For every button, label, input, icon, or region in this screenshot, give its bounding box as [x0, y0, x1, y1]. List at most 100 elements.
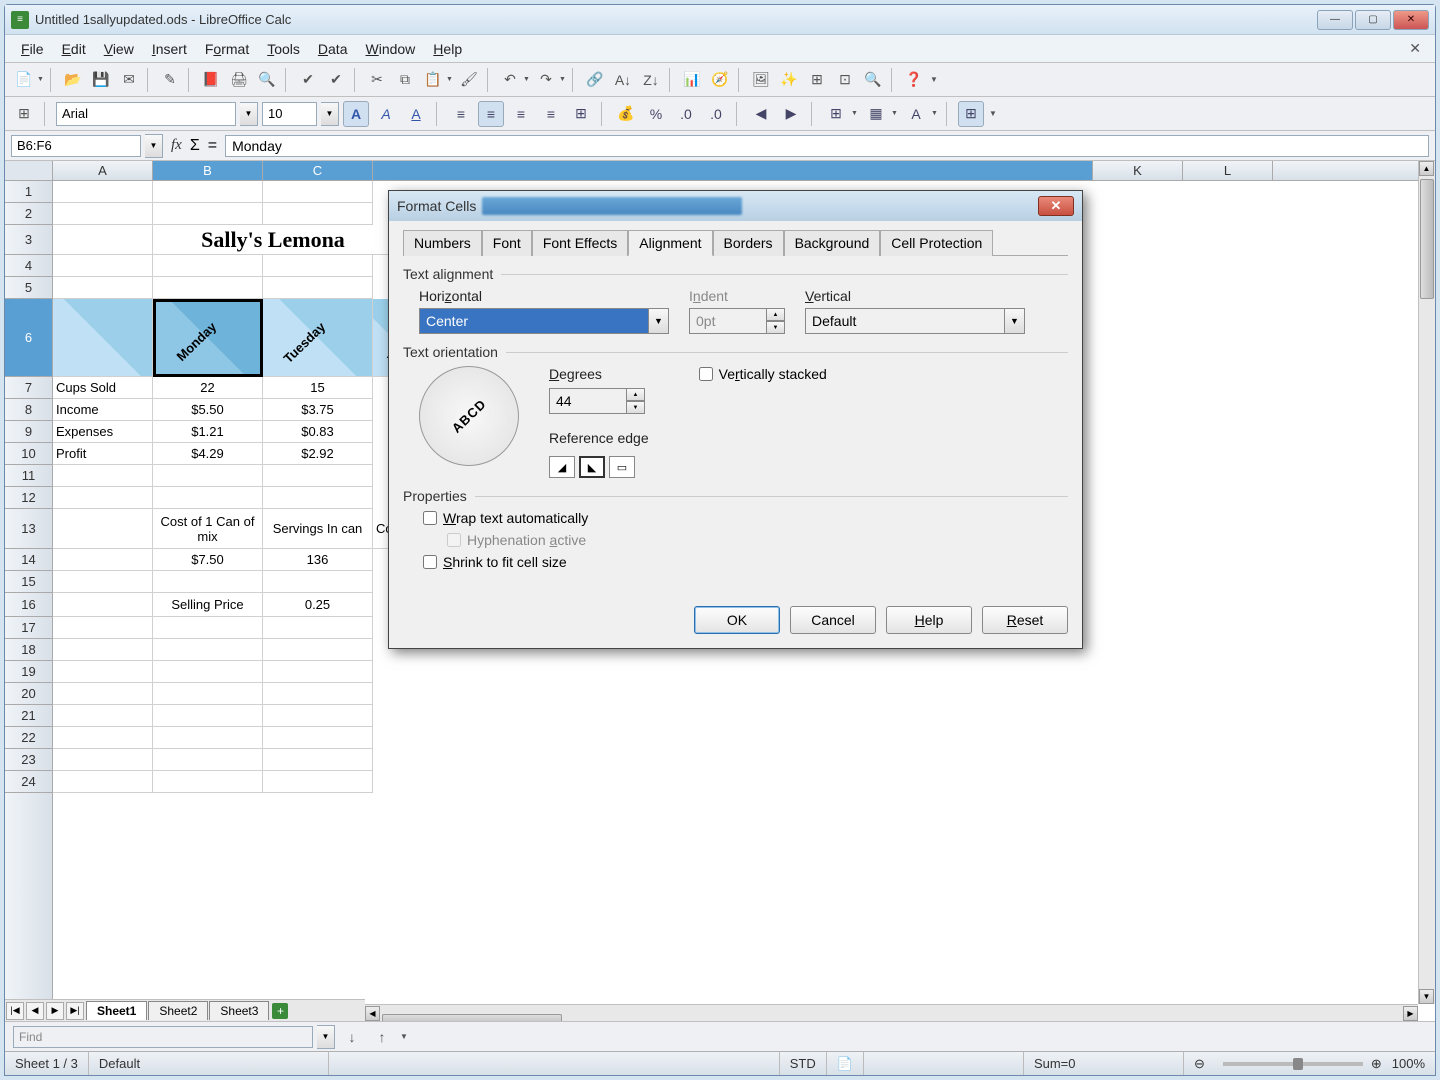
print-icon[interactable]: 🖨 [226, 67, 252, 93]
ref-edge-lower[interactable]: ◢ [549, 456, 575, 478]
function-wizard-icon[interactable]: fx [167, 137, 186, 154]
reset-button[interactable]: Reset [982, 606, 1068, 634]
cell[interactable]: 0.25 [263, 593, 373, 617]
maximize-button[interactable]: ▢ [1355, 10, 1391, 30]
font-size-combo[interactable]: 10 [262, 102, 317, 126]
dialog-close-button[interactable]: ✕ [1038, 196, 1074, 216]
cell[interactable]: $4.29 [153, 443, 263, 465]
row-header[interactable]: 6 [5, 299, 52, 377]
help-icon[interactable]: ❓ [901, 67, 927, 93]
navigator-icon[interactable]: 🧭 [707, 67, 733, 93]
add-decimal-icon[interactable]: .0 [673, 101, 699, 127]
menu-tools[interactable]: Tools [259, 38, 308, 60]
dialog-titlebar[interactable]: Format Cells ✕ [389, 191, 1082, 221]
toolbar-overflow-icon[interactable]: ▼ [929, 75, 939, 84]
menu-view[interactable]: View [96, 38, 142, 60]
sort-asc-icon[interactable]: A↓ [610, 67, 636, 93]
col-header-gap[interactable] [373, 161, 1093, 180]
increase-indent-icon[interactable]: ▶ [778, 101, 804, 127]
preview-icon[interactable]: 🔍 [254, 67, 280, 93]
fontcolor-icon[interactable]: A [903, 101, 929, 127]
col-header-k[interactable]: K [1093, 161, 1183, 180]
cell[interactable]: $7.50 [153, 549, 263, 571]
row-header[interactable]: 10 [5, 443, 52, 465]
cut-icon[interactable]: ✂ [364, 67, 390, 93]
select-all-corner[interactable] [5, 161, 53, 181]
ref-edge-inside[interactable]: ▭ [609, 456, 635, 478]
italic-icon[interactable]: A [373, 101, 399, 127]
minimize-button[interactable]: — [1317, 10, 1353, 30]
spin-up-icon[interactable]: ▲ [627, 388, 645, 401]
row-header[interactable]: 24 [5, 771, 52, 793]
font-name-combo[interactable]: Arial [56, 102, 236, 126]
gallery-icon[interactable]: 🖼 [748, 67, 774, 93]
fmt-overflow-icon[interactable]: ▼ [988, 109, 998, 118]
shrink-checkbox[interactable] [423, 555, 437, 569]
menu-edit[interactable]: Edit [54, 38, 94, 60]
currency-icon[interactable]: 💰 [613, 101, 639, 127]
align-justify-icon[interactable]: ≡ [538, 101, 564, 127]
chart-icon[interactable]: 📊 [679, 67, 705, 93]
chevron-down-icon[interactable]: ▼ [1005, 308, 1025, 334]
tab-numbers[interactable]: Numbers [403, 230, 482, 256]
tab-last-icon[interactable]: ▶| [66, 1002, 84, 1020]
datasource-icon[interactable]: ✨ [776, 67, 802, 93]
tab-first-icon[interactable]: |◀ [6, 1002, 24, 1020]
tab-alignment[interactable]: Alignment [628, 230, 712, 256]
row-header[interactable]: 13 [5, 509, 52, 549]
horizontal-combo[interactable]: Center [419, 308, 649, 334]
row-header[interactable]: 2 [5, 203, 52, 225]
merge-icon[interactable]: ⊞ [568, 101, 594, 127]
close-button[interactable]: ✕ [1393, 10, 1429, 30]
cancel-button[interactable]: Cancel [790, 606, 876, 634]
status-sum[interactable]: Sum=0 [1024, 1052, 1184, 1075]
zoom-slider[interactable] [1223, 1062, 1363, 1066]
cell[interactable]: Expenses [53, 421, 153, 443]
add-sheet-icon[interactable]: + [272, 1003, 288, 1019]
row-header[interactable]: 9 [5, 421, 52, 443]
cell[interactable]: $2.92 [263, 443, 373, 465]
tab-next-icon[interactable]: ▶ [46, 1002, 64, 1020]
decrease-indent-icon[interactable]: ◀ [748, 101, 774, 127]
headers-icon[interactable]: ⊞ [804, 67, 830, 93]
vertical-combo[interactable]: Default [805, 308, 1005, 334]
zoom-icon[interactable]: 🔍 [860, 67, 886, 93]
align-center-icon[interactable]: ≡ [478, 101, 504, 127]
wrap-text-checkbox[interactable] [423, 511, 437, 525]
remove-decimal-icon[interactable]: .0 [703, 101, 729, 127]
grid-icon[interactable]: ⊞ [958, 101, 984, 127]
borders-icon[interactable]: ⊞ [823, 101, 849, 127]
tab-font-effects[interactable]: Font Effects [532, 230, 628, 256]
row-header[interactable]: 22 [5, 727, 52, 749]
cell[interactable]: 22 [153, 377, 263, 399]
open-icon[interactable]: 📂 [60, 67, 86, 93]
row-header[interactable]: 19 [5, 661, 52, 683]
bold-icon[interactable]: A [343, 101, 369, 127]
ok-button[interactable]: OK [694, 606, 780, 634]
sort-desc-icon[interactable]: Z↓ [638, 67, 664, 93]
row-header[interactable]: 11 [5, 465, 52, 487]
cell[interactable]: Income [53, 399, 153, 421]
styles-icon[interactable]: ⊞ [11, 101, 37, 127]
row-header[interactable]: 21 [5, 705, 52, 727]
percent-icon[interactable]: % [643, 101, 669, 127]
sheet-tab-1[interactable]: Sheet1 [86, 1001, 147, 1020]
col-header-c[interactable]: C [263, 161, 373, 180]
row-header[interactable]: 15 [5, 571, 52, 593]
cell[interactable]: $0.83 [263, 421, 373, 443]
zoom-in-icon[interactable]: ⊕ [1371, 1056, 1382, 1072]
row-header[interactable]: 16 [5, 593, 52, 617]
row-header[interactable]: 12 [5, 487, 52, 509]
chevron-down-icon[interactable]: ▼ [649, 308, 669, 334]
col-header-a[interactable]: A [53, 161, 153, 180]
edit-icon[interactable]: ✎ [157, 67, 183, 93]
font-size-dropdown-icon[interactable]: ▼ [321, 102, 339, 126]
status-modified-icon[interactable]: 📄 [827, 1052, 864, 1075]
menu-format[interactable]: Format [197, 38, 257, 60]
row-header[interactable]: 7 [5, 377, 52, 399]
menu-data[interactable]: Data [310, 38, 356, 60]
email-icon[interactable]: ✉ [116, 67, 142, 93]
ref-edge-upper[interactable]: ◣ [579, 456, 605, 478]
vertical-scrollbar[interactable]: ▲ ▼ [1418, 161, 1435, 1004]
cell[interactable]: Cost of 1 Can of mix [153, 509, 263, 549]
